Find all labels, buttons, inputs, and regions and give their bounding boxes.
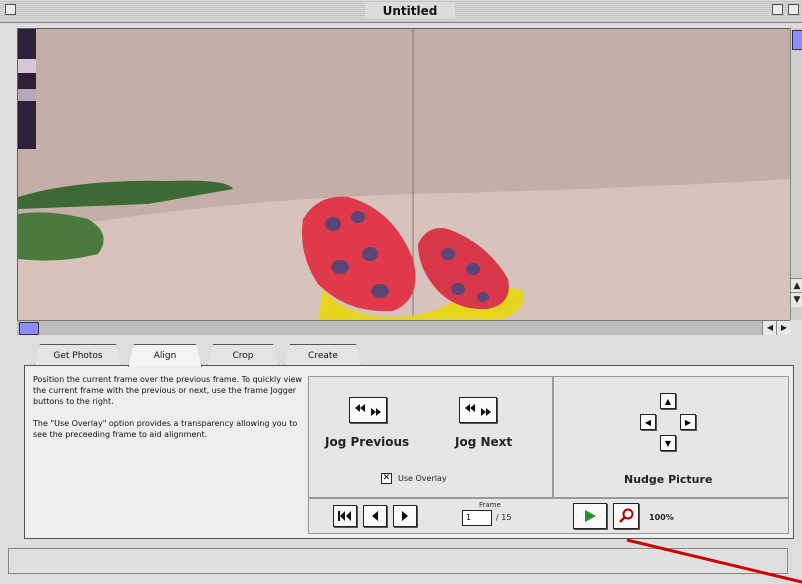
zoom-button[interactable] bbox=[613, 503, 639, 529]
vertical-scrollbar[interactable]: ▲ ▼ bbox=[790, 28, 802, 320]
title-bar[interactable]: Untitled bbox=[0, 0, 802, 23]
nudge-group: ▲ ◀ ▶ ▼ Nudge Picture bbox=[553, 376, 789, 498]
frame-number-input[interactable]: 1 bbox=[462, 510, 492, 526]
tab-get-photos[interactable]: Get Photos bbox=[34, 344, 122, 367]
tab-create[interactable]: Create bbox=[284, 344, 362, 367]
magnifier-icon bbox=[619, 508, 634, 523]
jog-next-icon bbox=[465, 404, 491, 416]
horizontal-scrollbar[interactable]: ◀ ▶ bbox=[17, 320, 791, 335]
nudge-down-button[interactable]: ▼ bbox=[660, 435, 676, 451]
frame-caption: Frame bbox=[479, 501, 501, 509]
playback-controls: Frame 1 / 15 100% bbox=[308, 498, 789, 534]
next-frame-button[interactable] bbox=[393, 505, 417, 527]
arrow-down-icon: ▼ bbox=[664, 438, 672, 448]
status-bar bbox=[8, 548, 788, 574]
nudge-picture-label: Nudge Picture bbox=[624, 473, 713, 486]
zoom-level: 100% bbox=[649, 513, 674, 522]
jog-group: Jog Previous Jog Next ✕ Use Overlay bbox=[308, 376, 553, 498]
jog-previous-label: Jog Previous bbox=[325, 435, 410, 449]
scroll-right-arrow-icon[interactable]: ▶ bbox=[776, 321, 791, 335]
next-frame-icon bbox=[402, 511, 408, 521]
close-box[interactable] bbox=[5, 4, 16, 15]
play-button[interactable] bbox=[573, 503, 607, 529]
previous-frame-button[interactable] bbox=[363, 505, 387, 527]
collapse-box[interactable] bbox=[788, 4, 799, 15]
jog-previous-icon bbox=[355, 404, 381, 416]
previous-frame-icon bbox=[372, 511, 378, 521]
window-title: Untitled bbox=[365, 3, 455, 19]
horizontal-scroll-thumb[interactable] bbox=[19, 322, 39, 335]
movie-window: Untitled ▲ ▼ ◀ ▶ Get Photos Align Crop C… bbox=[0, 0, 802, 584]
vertical-scroll-thumb[interactable] bbox=[792, 30, 802, 50]
jog-previous-button[interactable] bbox=[349, 397, 387, 423]
frame-preview[interactable] bbox=[17, 28, 791, 321]
help-text: Position the current frame over the prev… bbox=[33, 374, 303, 451]
first-frame-icon bbox=[338, 511, 351, 521]
scroll-down-arrow-icon[interactable]: ▼ bbox=[791, 292, 802, 307]
scroll-up-arrow-icon[interactable]: ▲ bbox=[791, 278, 802, 293]
nudge-left-button[interactable]: ◀ bbox=[640, 414, 656, 430]
jog-next-label: Jog Next bbox=[455, 435, 513, 449]
resize-grip-icon[interactable] bbox=[788, 560, 802, 584]
frame-total: / 15 bbox=[496, 513, 512, 522]
first-frame-button[interactable] bbox=[333, 505, 357, 527]
tab-align[interactable]: Align bbox=[128, 344, 202, 367]
jog-next-button[interactable] bbox=[459, 397, 497, 423]
frame-image bbox=[18, 29, 791, 321]
arrow-right-icon: ▶ bbox=[684, 417, 692, 427]
zoom-box[interactable] bbox=[772, 4, 783, 15]
nudge-up-button[interactable]: ▲ bbox=[660, 393, 676, 409]
tab-crop[interactable]: Crop bbox=[207, 344, 279, 367]
use-overlay-checkbox[interactable]: ✕ bbox=[381, 473, 392, 484]
scroll-left-arrow-icon[interactable]: ◀ bbox=[762, 321, 777, 335]
use-overlay-label: Use Overlay bbox=[398, 474, 447, 483]
help-paragraph-1: Position the current frame over the prev… bbox=[33, 375, 302, 406]
play-icon bbox=[585, 510, 596, 522]
arrow-up-icon: ▲ bbox=[664, 396, 672, 406]
help-paragraph-2: The "Use Overlay" option provides a tran… bbox=[33, 419, 298, 439]
arrow-left-icon: ◀ bbox=[644, 417, 652, 427]
nudge-right-button[interactable]: ▶ bbox=[680, 414, 696, 430]
align-panel: Position the current frame over the prev… bbox=[24, 365, 794, 539]
